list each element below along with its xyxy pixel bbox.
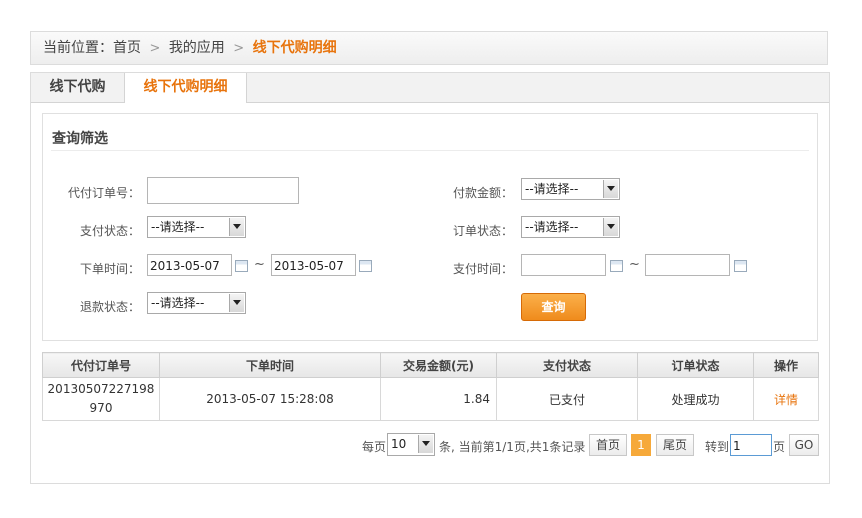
chevron-down-icon [603, 180, 618, 198]
tab-bar: 线下代购 线下代购明细 [31, 73, 829, 103]
amount-select[interactable]: --请选择-- [521, 178, 620, 200]
table-header-row: 代付订单号 下单时间 交易金额(元) 支付状态 订单状态 操作 [42, 352, 819, 378]
order-no-label: 代付订单号： [67, 186, 140, 200]
range-separator: ~ [254, 257, 265, 272]
per-page-select[interactable]: 10 [387, 433, 435, 456]
chevron-down-icon [603, 218, 618, 236]
chevron-down-icon [418, 435, 433, 453]
breadcrumb-separator: > [233, 41, 245, 56]
chevron-down-icon [229, 294, 244, 312]
pay-status-value: --请选择-- [151, 220, 205, 234]
query-button[interactable]: 查询 [521, 293, 586, 321]
details-link[interactable]: 详情 [753, 377, 819, 421]
order-status-label: 订单状态： [452, 224, 513, 238]
column-header[interactable]: 代付订单号 [42, 352, 160, 378]
current-page[interactable]: 1 [631, 434, 651, 456]
first-page-button[interactable]: 首页 [589, 434, 627, 456]
tab-offline-purchase-details[interactable]: 线下代购明细 [125, 73, 247, 103]
go-button[interactable]: GO [789, 434, 819, 456]
column-header[interactable]: 下单时间 [159, 352, 381, 378]
breadcrumb-current: 线下代购明细 [252, 40, 337, 56]
refund-status-value: --请选择-- [151, 296, 205, 310]
column-header[interactable]: 操作 [753, 352, 819, 378]
refund-status-select[interactable]: --请选择-- [147, 292, 246, 314]
calendar-icon[interactable] [235, 260, 248, 272]
range-separator: ~ [629, 257, 640, 272]
order-time-to-input[interactable]: 2013-05-07 [271, 254, 356, 276]
order-time-label: 下单时间： [79, 262, 140, 276]
pay-status-label: 支付状态： [79, 224, 140, 238]
breadcrumb-apps-link[interactable]: 我的应用 [169, 40, 225, 56]
goto-label: 转到 [705, 440, 730, 454]
last-page-button[interactable]: 尾页 [656, 434, 694, 456]
column-header[interactable]: 支付状态 [496, 352, 638, 378]
pay-time-to-input[interactable] [645, 254, 730, 276]
breadcrumb-home-link[interactable]: 首页 [113, 40, 141, 56]
pay-time-label: 支付时间： [452, 262, 513, 276]
filter-section: 查询筛选 代付订单号： 支付状态： --请选择-- 下单时间： 2013-05-… [42, 113, 818, 341]
order-no-cell: 20130507227198 970 [42, 377, 160, 421]
filter-title: 查询筛选 [52, 131, 108, 147]
column-header[interactable]: 交易金额(元) [380, 352, 497, 378]
breadcrumb-prefix: 当前位置： [43, 40, 113, 56]
goto-page-input[interactable]: 1 [730, 434, 772, 456]
calendar-icon[interactable] [359, 260, 372, 272]
calendar-icon[interactable] [734, 260, 747, 272]
order-status-value: --请选择-- [525, 220, 579, 234]
tab-offline-purchase[interactable]: 线下代购 [31, 73, 125, 102]
order-status-cell: 处理成功 [637, 377, 754, 421]
amount-cell: 1.84 [380, 377, 497, 421]
results-table: 代付订单号 下单时间 交易金额(元) 支付状态 订单状态 操作 20130507… [42, 352, 819, 421]
chevron-down-icon [229, 218, 244, 236]
amount-value: --请选择-- [525, 182, 579, 196]
per-page-value: 10 [391, 437, 407, 451]
order-time-cell: 2013-05-07 15:28:08 [159, 377, 381, 421]
breadcrumb: 当前位置：首页 > 我的应用 > 线下代购明细 [30, 31, 828, 65]
per-page-label: 每页 [362, 440, 387, 454]
amount-label: 付款金额： [452, 186, 513, 200]
pay-status-cell: 已支付 [496, 377, 638, 421]
page-suffix: 页 [773, 440, 786, 454]
refund-status-label: 退款状态： [79, 300, 140, 314]
main-panel: 线下代购 线下代购明细 查询筛选 代付订单号： 支付状态： --请选择-- 下单… [30, 72, 830, 484]
order-status-select[interactable]: --请选择-- [521, 216, 620, 238]
filter-divider [51, 150, 809, 151]
table-row: 20130507227198 970 2013-05-07 15:28:08 1… [42, 377, 819, 421]
order-no-input[interactable] [147, 177, 299, 204]
order-time-from-input[interactable]: 2013-05-07 [147, 254, 232, 276]
order-no-line: 20130507227198 [47, 382, 155, 396]
breadcrumb-separator: > [149, 41, 161, 56]
pay-time-from-input[interactable] [521, 254, 606, 276]
calendar-icon[interactable] [610, 260, 623, 272]
pay-status-select[interactable]: --请选择-- [147, 216, 246, 238]
order-no-line: 970 [89, 401, 113, 415]
pagination-summary: 条, 当前第1/1页,共1条记录 [439, 440, 586, 454]
column-header[interactable]: 订单状态 [637, 352, 754, 378]
